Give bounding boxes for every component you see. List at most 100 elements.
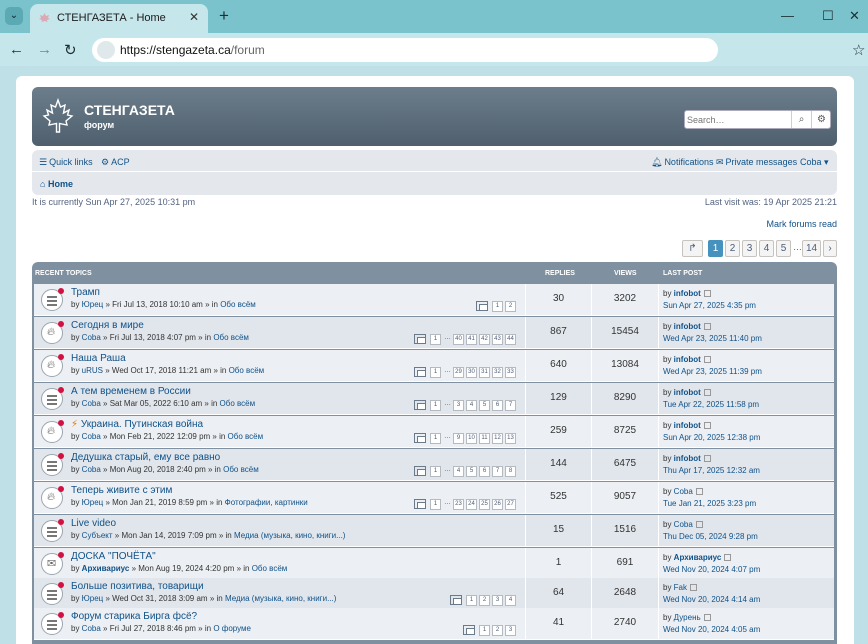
topic-page-link[interactable]: 7 — [505, 400, 516, 411]
topic-status-icon[interactable]: 🔥︎ — [41, 354, 64, 377]
topic-page-link[interactable]: 23 — [453, 499, 464, 510]
page-4[interactable]: 4 — [759, 240, 774, 257]
last-post-user-link[interactable]: infobot — [674, 289, 701, 298]
topic-status-icon[interactable] — [41, 519, 64, 542]
topic-page-link[interactable]: 4 — [466, 400, 477, 411]
search-icon[interactable]: ⌕ — [791, 111, 811, 128]
last-post-user-link[interactable]: infobot — [674, 421, 701, 430]
topic-title-link[interactable]: ДОСКА "ПОЧЁТА" — [71, 551, 156, 562]
user-menu-button[interactable]: Coba ▾ — [800, 157, 829, 168]
next-page-icon[interactable]: › — [823, 240, 837, 257]
topic-forum-link[interactable]: Фотографии, картинки — [225, 498, 308, 507]
topic-author-link[interactable]: Юрец — [82, 300, 104, 309]
view-latest-post-icon[interactable] — [703, 422, 711, 429]
notifications-button[interactable]: 🔔︎ Notifications — [651, 157, 713, 168]
topic-page-link[interactable]: 44 — [505, 334, 516, 345]
topic-author-link[interactable]: Coba — [82, 624, 101, 633]
topic-page-link[interactable]: 9 — [453, 433, 464, 444]
view-latest-post-icon[interactable] — [703, 323, 711, 330]
topic-page-link[interactable]: 4 — [505, 595, 516, 606]
topic-page-link[interactable]: 1 — [430, 367, 441, 378]
topic-author-link[interactable]: Юрец — [82, 594, 104, 603]
jump-to-page-icon[interactable]: ↱ — [682, 240, 703, 257]
tab-list-button[interactable]: ⌄ — [5, 7, 23, 25]
topic-page-link[interactable]: 5 — [479, 400, 490, 411]
topic-page-link[interactable]: 1 — [479, 625, 490, 636]
topic-author-link[interactable]: Субъект — [82, 531, 113, 540]
advanced-search-icon[interactable]: ⚙ — [811, 111, 831, 128]
topic-title-link[interactable]: Форум старика Бирга фсё? — [71, 611, 197, 622]
last-post-date[interactable]: Wed Nov 20, 2024 4:07 pm — [663, 565, 760, 574]
topic-author-link[interactable]: Coba — [82, 432, 101, 441]
view-latest-post-icon[interactable] — [703, 455, 711, 462]
view-latest-post-icon[interactable] — [703, 356, 711, 363]
topic-title-link[interactable]: Дедушка старый, ему все равно — [71, 452, 220, 463]
topic-forum-link[interactable]: Медиа (музыка, кино, книги...) — [234, 531, 345, 540]
last-post-user-link[interactable]: infobot — [674, 322, 701, 331]
topic-author-link[interactable]: Coba — [82, 465, 101, 474]
last-post-user-link[interactable]: Архивариус — [674, 553, 722, 562]
topic-status-icon[interactable] — [41, 612, 64, 635]
page-5[interactable]: 5 — [776, 240, 791, 257]
topic-page-link[interactable]: 13 — [505, 433, 516, 444]
topic-page-link[interactable]: 11 — [479, 433, 490, 444]
topic-page-link[interactable]: 3 — [505, 625, 516, 636]
topic-page-link[interactable]: 29 — [453, 367, 464, 378]
topic-title-link[interactable]: Трамп — [71, 287, 100, 298]
topic-status-icon[interactable]: 🔥︎ — [41, 486, 64, 509]
topic-status-icon[interactable] — [41, 288, 64, 311]
topic-page-link[interactable]: 1 — [430, 334, 441, 345]
topic-page-link[interactable]: 12 — [492, 433, 503, 444]
topic-status-icon[interactable] — [41, 387, 64, 410]
last-post-date[interactable]: Thu Apr 17, 2025 12:32 am — [663, 466, 760, 475]
page-2[interactable]: 2 — [725, 240, 740, 257]
private-messages-link[interactable]: ✉ Private messages — [716, 157, 797, 168]
topic-page-link[interactable]: 33 — [505, 367, 516, 378]
topic-page-link[interactable]: 10 — [466, 433, 477, 444]
topic-forum-link[interactable]: Обо всём — [229, 366, 265, 375]
topic-title-link[interactable]: Наша Раша — [71, 353, 126, 364]
last-post-date[interactable]: Tue Jan 21, 2025 3:23 pm — [663, 499, 756, 508]
mark-forums-read-link[interactable]: Mark forums read — [766, 219, 837, 229]
topic-forum-link[interactable]: Обо всём — [252, 564, 288, 573]
topic-page-link[interactable]: 1 — [466, 595, 477, 606]
topic-author-link[interactable]: Coba — [82, 399, 101, 408]
topic-page-link[interactable]: 2 — [479, 595, 490, 606]
last-post-date[interactable]: Wed Apr 23, 2025 11:40 pm — [663, 334, 762, 343]
topic-page-link[interactable]: 1 — [430, 466, 441, 477]
topic-title-link[interactable]: Больше позитива, товарищи — [71, 581, 204, 592]
topic-page-link[interactable]: 6 — [492, 400, 503, 411]
last-post-user-link[interactable]: Fak — [674, 583, 687, 592]
view-latest-post-icon[interactable] — [703, 614, 711, 621]
topic-page-link[interactable]: 1 — [430, 499, 441, 510]
topic-page-link[interactable]: 43 — [492, 334, 503, 345]
page-3[interactable]: 3 — [742, 240, 757, 257]
last-post-user-link[interactable]: infobot — [674, 388, 701, 397]
last-post-user-link[interactable]: Coba — [674, 520, 693, 529]
last-post-date[interactable]: Sun Apr 27, 2025 4:35 pm — [663, 301, 756, 310]
topic-page-link[interactable]: 5 — [466, 466, 477, 477]
topic-page-link[interactable]: 1 — [430, 433, 441, 444]
minimize-icon[interactable]: — — [781, 8, 794, 23]
last-post-user-link[interactable]: Coba — [674, 487, 693, 496]
reload-icon[interactable]: ↻ — [64, 41, 77, 59]
page-14[interactable]: 14 — [802, 240, 821, 257]
site-info-icon[interactable] — [97, 41, 115, 59]
view-latest-post-icon[interactable] — [690, 584, 698, 591]
last-post-user-link[interactable]: infobot — [674, 454, 701, 463]
view-latest-post-icon[interactable] — [703, 389, 711, 396]
topic-page-link[interactable]: 25 — [479, 499, 490, 510]
maple-leaf-logo-icon[interactable] — [42, 98, 74, 135]
topic-page-link[interactable]: 27 — [505, 499, 516, 510]
topic-title-link[interactable]: ⚡︎ Украина. Путинская война — [71, 419, 203, 430]
browser-tab-active[interactable]: СТЕНГАЗЕТА - Home ✕ — [30, 4, 208, 33]
topic-status-icon[interactable]: 🔥︎ — [41, 321, 64, 344]
topic-forum-link[interactable]: О форуме — [213, 624, 251, 633]
topic-forum-link[interactable]: Медиа (музыка, кино, книги...) — [225, 594, 336, 603]
site-title[interactable]: СТЕНГАЗЕТА — [84, 102, 175, 118]
last-post-date[interactable]: Tue Apr 22, 2025 11:58 pm — [663, 400, 759, 409]
bookmark-icon[interactable]: ☆ — [852, 41, 865, 59]
topic-author-link[interactable]: uRUS — [82, 366, 103, 375]
topic-forum-link[interactable]: Обо всём — [220, 300, 256, 309]
back-icon[interactable]: ← — [9, 41, 24, 58]
